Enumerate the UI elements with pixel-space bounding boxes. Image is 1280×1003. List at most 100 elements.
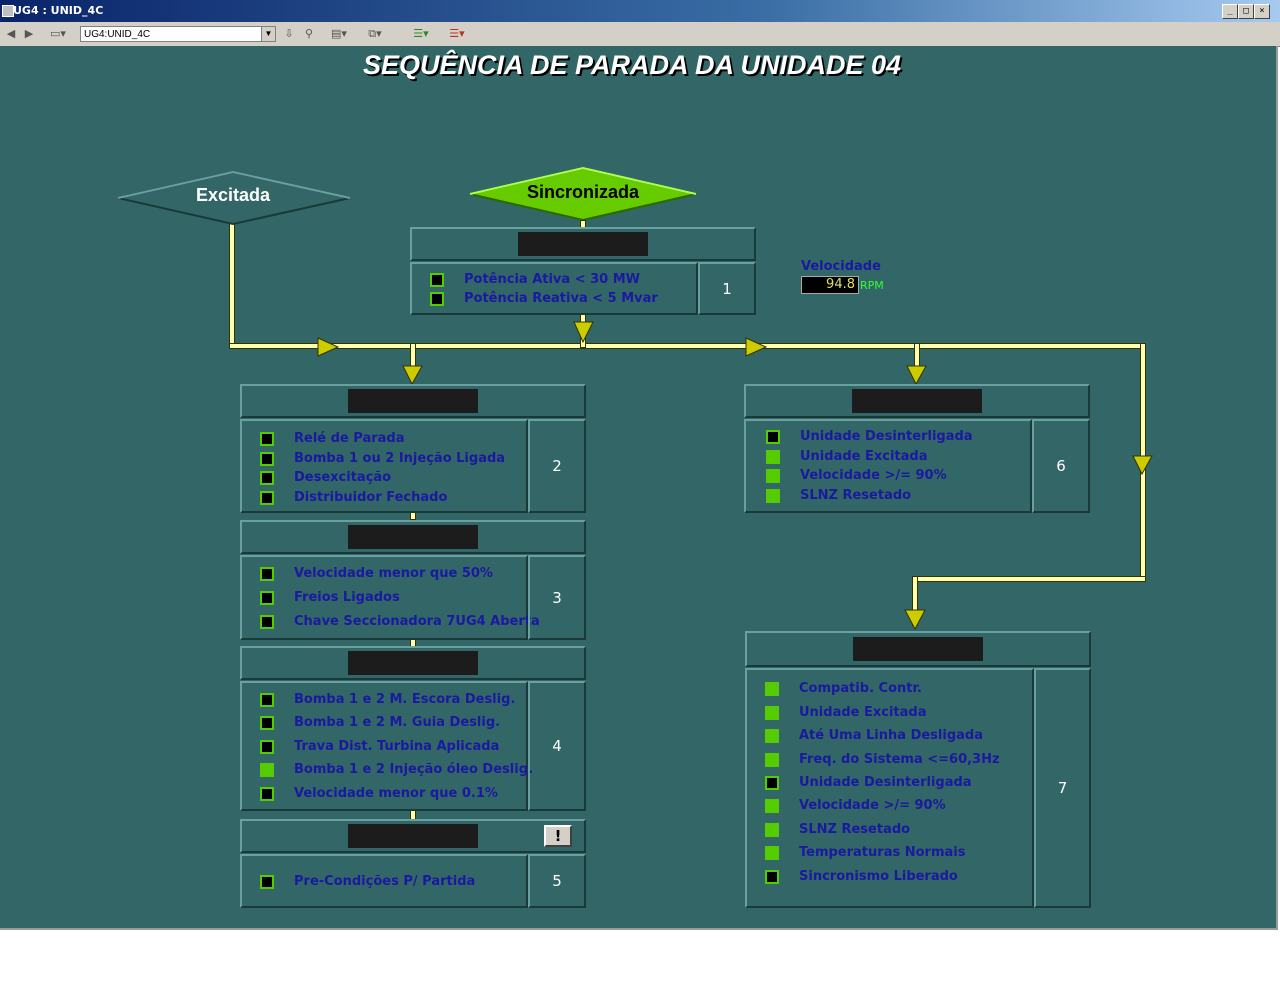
speed-label: Velocidade xyxy=(801,259,881,274)
condition-indicator xyxy=(260,615,274,629)
condition-label: Velocidade menor que 50% xyxy=(294,566,493,581)
condition-label: SLNZ Resetado xyxy=(800,488,912,503)
screen-select[interactable]: UG4:UNID_4C ▼ xyxy=(80,26,276,42)
condition-label: Bomba 1 e 2 M. Guia Deslig. xyxy=(294,715,501,730)
condition-indicator xyxy=(765,729,779,743)
step3-conditions: Velocidade menor que 50% Freios Ligados … xyxy=(240,555,540,640)
condition-label: Bomba 1 ou 2 Injeção Ligada xyxy=(294,451,506,466)
screen-select-value: UG4:UNID_4C xyxy=(84,29,151,40)
condition-label: Freq. do Sistema <=60,3Hz xyxy=(799,752,1000,767)
step3-number: 3 xyxy=(528,555,586,640)
condition-label: Unidade Desinterligada xyxy=(799,775,972,790)
condition-label: Temperaturas Normais xyxy=(799,845,966,860)
condition-indicator xyxy=(260,763,274,777)
step2-number: 2 xyxy=(528,419,586,513)
step3-name-bar xyxy=(348,525,478,549)
condition-label: Velocidade menor que 0.1% xyxy=(294,786,498,801)
back-icon[interactable]: ◀ xyxy=(4,27,18,41)
forward-icon[interactable]: ▶ xyxy=(22,27,36,41)
arrow-down-icon xyxy=(906,365,927,386)
chevron-down-icon[interactable]: ▼ xyxy=(261,27,275,41)
list-green-icon[interactable]: ☰▾ xyxy=(406,27,436,41)
step3-header[interactable] xyxy=(240,520,586,554)
step5-alert-button[interactable]: ! xyxy=(544,825,572,847)
download-icon[interactable]: ⇩ xyxy=(282,27,296,41)
condition-label: Unidade Desinterligada xyxy=(800,429,973,444)
edit-menu-icon[interactable]: ▤▾ xyxy=(326,27,352,41)
step2-header[interactable] xyxy=(240,384,586,418)
maximize-button[interactable]: □ xyxy=(1238,4,1254,19)
condition-indicator xyxy=(260,716,274,730)
step5-header[interactable] xyxy=(240,819,586,853)
state-excitada[interactable]: Excitada xyxy=(160,185,306,206)
link-icon[interactable]: ⚲ xyxy=(302,27,316,41)
condition-label: Relé de Parada xyxy=(294,431,405,446)
condition-indicator xyxy=(260,491,274,505)
step4-header[interactable] xyxy=(240,646,586,680)
state-sincronizada[interactable]: Sincronizada xyxy=(505,182,661,203)
condition-indicator xyxy=(765,799,779,813)
condition-indicator xyxy=(766,489,780,503)
step6-name-bar xyxy=(852,389,982,413)
condition-indicator xyxy=(765,776,779,790)
condition-label: Velocidade >/= 90% xyxy=(800,468,947,483)
screen-menu-icon[interactable]: ▭▾ xyxy=(46,27,70,41)
step1-name-bar xyxy=(518,232,648,256)
step5-name-bar xyxy=(348,824,478,848)
condition-label: SLNZ Resetado xyxy=(799,822,911,837)
condition-label: Compatib. Contr. xyxy=(799,681,922,696)
condition-indicator xyxy=(260,567,274,581)
condition-indicator xyxy=(260,471,274,485)
condition-indicator xyxy=(260,693,274,707)
condition-indicator xyxy=(765,753,779,767)
condition-indicator xyxy=(260,740,274,754)
condition-indicator xyxy=(260,452,274,466)
condition-label: Bomba 1 e 2 M. Escora Deslig. xyxy=(294,692,516,707)
condition-indicator xyxy=(260,591,274,605)
condition-label: Até Uma Linha Desligada xyxy=(799,728,983,743)
condition-indicator xyxy=(765,706,779,720)
arrow-down-icon xyxy=(904,609,926,631)
empty-area xyxy=(0,930,1280,1003)
step6-header[interactable] xyxy=(744,384,1090,418)
condition-label: Unidade Excitada xyxy=(799,705,927,720)
condition-label: Velocidade >/= 90% xyxy=(799,798,946,813)
step1-header[interactable] xyxy=(410,227,756,261)
condition-label: Potência Ativa < 30 MW xyxy=(464,272,641,287)
condition-label: Potência Reativa < 5 Mvar xyxy=(464,291,658,306)
minimize-button[interactable]: _ xyxy=(1222,4,1238,19)
condition-indicator xyxy=(766,430,780,444)
step2-conditions: Relé de Parada Bomba 1 ou 2 Injeção Liga… xyxy=(240,419,528,513)
speed-unit: RPM xyxy=(860,279,884,292)
step5-conditions: Pre-Condições P/ Partida xyxy=(240,854,528,908)
condition-label: Sincronismo Liberado xyxy=(799,869,958,884)
step4-number: 4 xyxy=(528,681,586,811)
condition-indicator xyxy=(765,846,779,860)
scada-screen: SEQUÊNCIA DE PARADA DA UNIDADE 04 Excita… xyxy=(0,46,1278,930)
step6-number: 6 xyxy=(1032,419,1090,513)
arrow-down-icon xyxy=(1132,455,1153,476)
condition-indicator xyxy=(766,469,780,483)
step1-conditions: Potência Ativa < 30 MW Potência Reativa … xyxy=(410,262,698,315)
condition-indicator xyxy=(260,875,274,889)
step7-header[interactable] xyxy=(745,631,1091,667)
arrow-down-icon xyxy=(402,365,423,386)
condition-indicator xyxy=(766,450,780,464)
condition-label: Unidade Excitada xyxy=(800,449,928,464)
condition-label: Chave Seccionadora 7UG4 Aberta xyxy=(294,614,540,629)
condition-label: Distribuidor Fechado xyxy=(294,490,448,505)
close-button[interactable]: × xyxy=(1254,4,1270,19)
condition-indicator xyxy=(765,870,779,884)
step4-name-bar xyxy=(348,651,478,675)
list-red-icon[interactable]: ☰▾ xyxy=(442,27,472,41)
window-title: UG4 : UNID_4C xyxy=(13,4,104,17)
step2-name-bar xyxy=(348,389,478,413)
window-menu-icon[interactable]: ⧉▾ xyxy=(362,27,388,41)
arrow-right-icon xyxy=(745,337,768,357)
arrow-right-icon xyxy=(317,337,340,357)
step6-conditions: Unidade Desinterligada Unidade Excitada … xyxy=(744,419,1032,513)
step1-number: 1 xyxy=(698,262,756,315)
condition-label: Bomba 1 e 2 Injeção óleo Deslig. xyxy=(294,762,533,777)
window-titlebar: UG4 : UNID_4C _ □ × xyxy=(0,0,1280,22)
condition-indicator xyxy=(430,292,444,306)
